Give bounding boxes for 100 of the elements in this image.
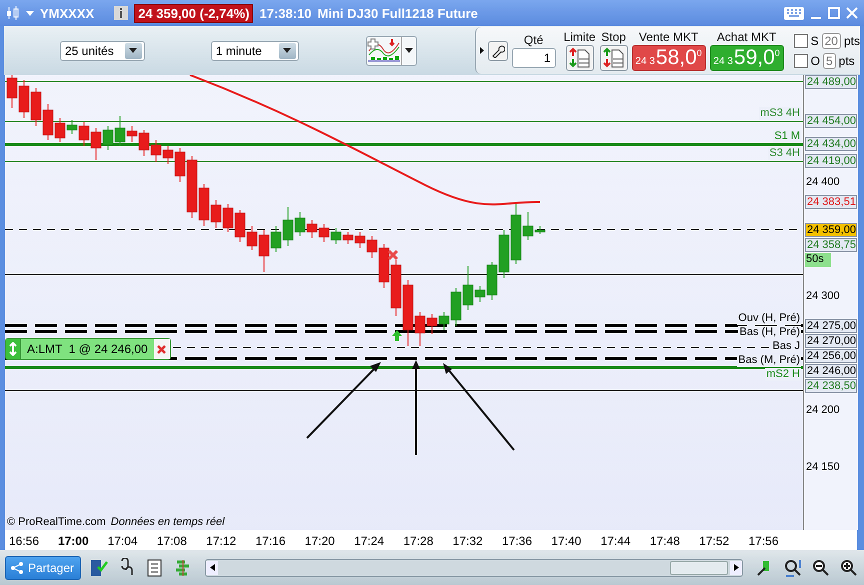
quantity-field[interactable]: 1 bbox=[512, 48, 556, 68]
cross-icon bbox=[388, 250, 398, 260]
price-label: 24 246,00 bbox=[805, 364, 857, 378]
price-label: 24 358,75 bbox=[805, 238, 857, 252]
scroll-right-icon[interactable] bbox=[734, 564, 738, 571]
wrench-icon bbox=[490, 44, 505, 58]
candlestick-icon[interactable] bbox=[6, 5, 20, 21]
zoom-fit-icon[interactable] bbox=[783, 558, 803, 578]
candle bbox=[498, 230, 510, 278]
price-label: 24 434,00 bbox=[805, 137, 857, 152]
time-label: 17:00 bbox=[58, 534, 89, 548]
scroll-left-icon[interactable] bbox=[210, 564, 215, 571]
symbol-name[interactable]: YMXXXX bbox=[40, 6, 94, 20]
time-label: 17:16 bbox=[255, 534, 286, 548]
candle bbox=[306, 220, 318, 238]
time-label: 17:12 bbox=[206, 534, 236, 548]
share-button[interactable]: Partager bbox=[5, 556, 82, 580]
sell-market-label: Vente MKT bbox=[638, 30, 698, 44]
price-label: 24 419,00 bbox=[805, 154, 857, 168]
time-label: 17:28 bbox=[403, 534, 434, 548]
horizontal-scrollbar[interactable] bbox=[205, 558, 743, 576]
info-icon[interactable] bbox=[114, 6, 128, 20]
time-label: 17:08 bbox=[156, 534, 187, 548]
indicators-button[interactable] bbox=[366, 36, 417, 66]
candle bbox=[30, 88, 42, 126]
zoom-out-icon[interactable] bbox=[811, 558, 831, 578]
keyboard-icon[interactable] bbox=[784, 6, 804, 20]
level-label: mS3 4H bbox=[759, 107, 801, 120]
option-label: O bbox=[810, 54, 820, 68]
level-label: Bas (H, Pré) bbox=[738, 326, 801, 338]
time-label: 17:56 bbox=[748, 534, 779, 548]
price-label: 24 454,00 bbox=[805, 114, 857, 128]
zoom-in-icon[interactable] bbox=[839, 558, 859, 578]
share-icon bbox=[10, 560, 24, 574]
order-label[interactable]: A:LMT 1 @ 24 246,00 bbox=[5, 338, 171, 360]
time-label: 17:40 bbox=[551, 534, 582, 548]
window-title: Mini DJ30 Full1218 Future bbox=[318, 6, 478, 20]
level-label: Bas J bbox=[771, 340, 801, 352]
settings-button[interactable] bbox=[488, 40, 508, 60]
time-label: 17:24 bbox=[354, 534, 384, 548]
candle bbox=[90, 128, 102, 160]
price-label: 24 359,00 bbox=[805, 222, 857, 237]
caret-icon[interactable] bbox=[480, 47, 484, 54]
candle bbox=[222, 204, 234, 232]
up-arrow-icon bbox=[392, 330, 402, 341]
price-label: 24 270,00 bbox=[805, 334, 857, 348]
copyright-text: © ProRealTime.com bbox=[7, 516, 106, 528]
scroll-thumb[interactable] bbox=[670, 560, 728, 574]
points-unit: pts bbox=[844, 34, 860, 48]
price-tick: 24 150 bbox=[805, 461, 841, 475]
candle bbox=[18, 80, 30, 118]
stop-label: Stop bbox=[601, 30, 626, 44]
time-label: 17:04 bbox=[108, 534, 138, 548]
time-label: 17:32 bbox=[452, 534, 483, 548]
candle bbox=[6, 75, 18, 108]
candle bbox=[102, 126, 114, 150]
candle bbox=[354, 232, 366, 248]
price-tick: 24 400 bbox=[805, 176, 841, 190]
candle bbox=[330, 228, 342, 244]
time-label: 17:36 bbox=[502, 534, 532, 548]
limit-order-button[interactable] bbox=[566, 45, 594, 71]
close-icon[interactable] bbox=[157, 344, 166, 354]
candle bbox=[342, 232, 354, 244]
price-label: 24 383,51 bbox=[805, 194, 857, 209]
price-label: 24 256,00 bbox=[805, 348, 857, 362]
caret-icon bbox=[404, 48, 413, 53]
caret-icon bbox=[283, 48, 292, 53]
points-unit: pts bbox=[838, 54, 855, 68]
points-field[interactable]: 5 bbox=[822, 52, 836, 68]
maximize-icon[interactable] bbox=[828, 7, 840, 19]
price-badge: 24 359,00 (-2,74%) bbox=[134, 4, 254, 22]
points-field[interactable]: 20 bbox=[822, 32, 841, 48]
candle bbox=[318, 224, 330, 242]
indicator-chart-icon bbox=[366, 36, 401, 62]
price-tick: 24 300 bbox=[805, 290, 841, 304]
level-label: Ouv (H, Pré) bbox=[737, 312, 801, 324]
quantity-label: Qté bbox=[524, 33, 544, 47]
stop-order-button[interactable] bbox=[600, 45, 628, 71]
time-label: 17:48 bbox=[650, 534, 680, 548]
price-label: 24 238,50 bbox=[805, 378, 857, 392]
data-note: Données en temps réel bbox=[110, 516, 225, 528]
option-checkbox[interactable] bbox=[794, 34, 808, 48]
up-down-arrow-icon bbox=[9, 342, 17, 356]
level-label: S1 M bbox=[773, 130, 801, 144]
units-select[interactable]: 25 unités bbox=[60, 40, 145, 60]
level-label: mS2 H bbox=[765, 368, 801, 380]
candle bbox=[150, 140, 162, 162]
limit-label: Limite bbox=[564, 30, 596, 44]
caret-icon bbox=[129, 48, 138, 53]
candle bbox=[390, 260, 402, 316]
candle bbox=[234, 210, 246, 242]
price-label: 24 275,00 bbox=[805, 318, 857, 332]
time-label: 17:44 bbox=[600, 534, 631, 548]
candle-timer: 50s bbox=[805, 252, 831, 267]
layout-check-icon[interactable] bbox=[89, 558, 110, 578]
level-label: S3 4H bbox=[768, 147, 801, 160]
buy-market-label: Achat MKT bbox=[716, 30, 776, 44]
interval-select[interactable]: 1 minute bbox=[210, 40, 299, 60]
level-label: Bas (M, Pré) bbox=[737, 354, 801, 366]
option-checkbox[interactable] bbox=[794, 54, 808, 68]
